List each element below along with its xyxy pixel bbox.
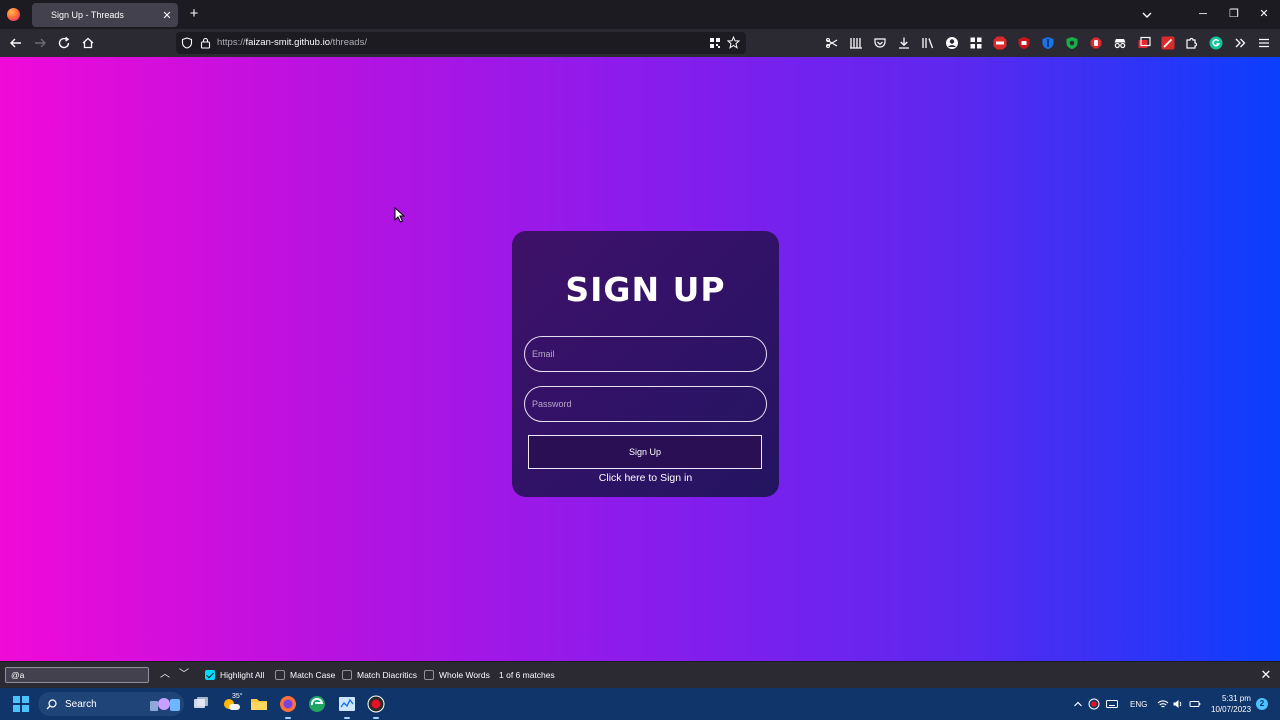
bookmark-star-icon[interactable]	[727, 36, 740, 49]
show-hidden-icons-chevron-icon[interactable]	[1072, 698, 1084, 710]
signin-link[interactable]: Click here to Sign in	[512, 472, 779, 484]
ublock-origin-icon[interactable]	[1017, 36, 1031, 50]
task-manager-active-indicator	[344, 717, 350, 719]
volume-icon[interactable]	[1172, 698, 1184, 710]
find-close-icon[interactable]: ✕	[1258, 667, 1274, 683]
puzzle-extensions-icon[interactable]	[1185, 36, 1199, 50]
match-diacritics-checkbox[interactable]: Match Diacritics	[342, 670, 417, 680]
stop-extension-icon[interactable]	[1089, 36, 1103, 50]
clock-date[interactable]: 10/07/2023	[1211, 705, 1251, 714]
task-manager-icon[interactable]	[338, 695, 356, 713]
language-indicator[interactable]: ENG	[1130, 700, 1147, 709]
task-view-icon[interactable]	[192, 695, 210, 713]
new-tab-icon[interactable]: +	[186, 6, 202, 22]
extensions-grid-icon[interactable]	[969, 36, 983, 50]
library-icon[interactable]	[921, 36, 935, 50]
highlight-all-check-icon	[205, 670, 215, 680]
password-field[interactable]	[524, 386, 767, 422]
tab-active[interactable]: Sign Up - Threads ✕	[32, 3, 178, 27]
url-scheme: https://	[217, 37, 246, 48]
whole-words-box-icon	[424, 670, 434, 680]
match-diacritics-label: Match Diacritics	[357, 670, 417, 680]
firefox-icon[interactable]	[7, 8, 20, 21]
screen-recorder-icon[interactable]	[367, 695, 385, 713]
windows-extension-icon[interactable]	[1137, 36, 1151, 50]
forward-icon[interactable]	[32, 35, 48, 51]
screenshot-icon[interactable]	[825, 36, 839, 50]
page-background: SIGN UP Sign Up Click here to Sign in	[0, 57, 1280, 661]
grammarly-icon[interactable]	[1209, 36, 1223, 50]
navigation-toolbar: https://faizan-smit.github.io/threads/	[0, 29, 1280, 57]
incognito-icon[interactable]	[1113, 36, 1127, 50]
pen-extension-icon[interactable]	[1161, 36, 1175, 50]
url-host: faizan-smit.github.io	[245, 37, 330, 48]
edge-icon[interactable]	[308, 695, 326, 713]
tab-title: Sign Up - Threads	[51, 10, 124, 20]
library-shelves-icon[interactable]	[849, 36, 863, 50]
weather-temperature: 35°	[232, 693, 243, 700]
tab-close-icon[interactable]: ✕	[158, 9, 176, 22]
find-bar: ︿ ﹀ Highlight All Match Case Match Diacr…	[0, 661, 1280, 688]
notification-count-badge[interactable]: 2	[1256, 698, 1268, 710]
whole-words-checkbox[interactable]: Whole Words	[424, 670, 490, 680]
highlight-all-label: Highlight All	[220, 670, 265, 680]
wifi-icon[interactable]	[1157, 698, 1169, 710]
find-previous-icon[interactable]: ︿	[158, 667, 172, 683]
padlock-icon[interactable]	[200, 37, 211, 49]
match-case-label: Match Case	[290, 670, 336, 680]
hamburger-menu-icon[interactable]	[1257, 36, 1271, 50]
reload-icon[interactable]	[56, 35, 72, 51]
email-field[interactable]	[524, 336, 767, 372]
list-all-tabs-icon[interactable]	[1140, 8, 1154, 22]
tracking-protection-shield-icon[interactable]	[181, 37, 193, 49]
find-result-count: 1 of 6 matches	[499, 670, 555, 680]
search-highlight-illustration-icon	[150, 698, 180, 711]
file-explorer-icon[interactable]	[250, 695, 268, 713]
taskbar-search[interactable]: Search	[38, 692, 184, 716]
overflow-chevrons-icon[interactable]	[1233, 36, 1247, 50]
url-path: /threads/	[330, 37, 367, 48]
adblock-plus-icon[interactable]	[993, 36, 1007, 50]
close-window-icon[interactable]: ✕	[1256, 6, 1272, 22]
recording-tray-icon[interactable]	[1088, 698, 1100, 710]
signup-button[interactable]: Sign Up	[528, 435, 762, 469]
signup-card: SIGN UP Sign Up Click here to Sign in	[512, 231, 779, 497]
signup-title: SIGN UP	[565, 270, 726, 309]
match-case-checkbox[interactable]: Match Case	[275, 670, 335, 680]
address-bar[interactable]: https://faizan-smit.github.io/threads/	[176, 32, 746, 54]
tab-strip: Sign Up - Threads ✕ + ─ ❐ ✕	[0, 0, 1280, 29]
keyboard-tray-icon[interactable]	[1106, 698, 1118, 710]
qr-code-icon[interactable]	[709, 37, 721, 49]
find-input[interactable]	[5, 667, 149, 683]
home-icon[interactable]	[80, 35, 96, 51]
minimize-icon[interactable]: ─	[1195, 6, 1211, 22]
battery-icon[interactable]	[1189, 698, 1201, 710]
recorder-active-indicator	[373, 717, 379, 719]
back-icon[interactable]	[8, 35, 24, 51]
clock-time[interactable]: 5:31 pm	[1222, 694, 1251, 703]
windows-start-icon[interactable]	[13, 696, 29, 712]
shield-extension-icon[interactable]	[1065, 36, 1079, 50]
downloads-icon[interactable]	[897, 36, 911, 50]
privacy-badger-icon[interactable]	[1041, 36, 1055, 50]
firefox-taskbar-icon[interactable]	[279, 695, 297, 713]
match-diacritics-box-icon	[342, 670, 352, 680]
highlight-all-checkbox[interactable]: Highlight All	[205, 670, 264, 680]
url-text[interactable]: https://faizan-smit.github.io/threads/	[217, 37, 367, 48]
windows-taskbar: Search 35° ENG 5:31 pm 10/07/2023 2	[0, 688, 1280, 720]
firefox-active-indicator	[285, 717, 291, 719]
find-next-icon[interactable]: ﹀	[177, 667, 191, 683]
search-icon	[46, 698, 57, 709]
match-case-box-icon	[275, 670, 285, 680]
restore-icon[interactable]: ❐	[1226, 6, 1242, 22]
pocket-icon[interactable]	[873, 36, 887, 50]
mouse-cursor-icon	[394, 207, 405, 223]
whole-words-label: Whole Words	[439, 670, 490, 680]
account-icon[interactable]	[945, 36, 959, 50]
taskbar-search-label: Search	[65, 698, 97, 710]
